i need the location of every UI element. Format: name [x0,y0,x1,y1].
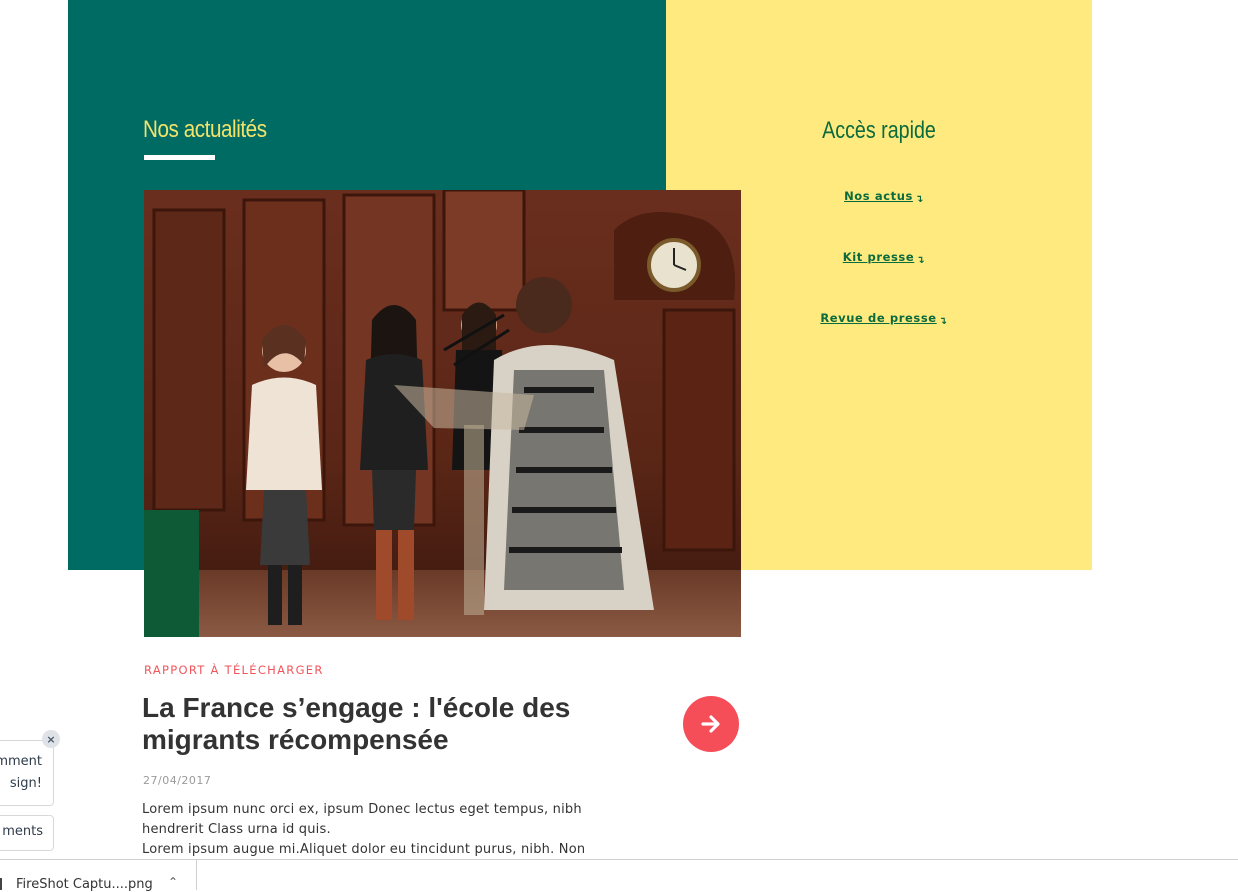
read-more-button[interactable] [683,696,739,752]
arrow-down-right-icon: ↴ [938,316,948,327]
quick-access-title: Accès rapide [822,117,936,144]
news-photo[interactable] [144,190,741,637]
feedback-popup: mment sign! [0,740,54,806]
excerpt-line: Lorem ipsum nunc orci ex, ipsum Donec le… [142,802,582,817]
comments-button-label: ments [2,824,43,839]
news-photo-illustration [144,190,741,637]
download-item[interactable]: FireShot Captu....png ⌃ [0,860,197,892]
arrow-down-right-icon: ↴ [914,194,924,205]
popup-text-line: mment [0,754,42,769]
download-file-icon [0,878,2,890]
quick-link-label: Kit presse [842,250,915,264]
popup-text-line: sign! [9,776,42,791]
quick-link-label: Revue de presse [820,311,937,325]
title-underline [144,155,215,160]
news-excerpt: Lorem ipsum nunc orci ex, ipsum Donec le… [142,800,612,860]
excerpt-line: Lorem ipsum augue mi.Aliquet dolor eu ti… [142,842,586,857]
download-file-name: FireShot Captu....png [16,877,153,892]
quick-link-label: Nos actus [844,189,913,203]
download-bar: FireShot Captu....png ⌃ [0,859,1238,892]
news-headline[interactable]: La France s’engage : l'école des migrant… [142,692,622,756]
comments-button[interactable]: ments [0,815,54,851]
chevron-up-icon[interactable]: ⌃ [168,875,178,889]
excerpt-line: hendrerit Class urna id quis. [142,822,331,837]
news-section-title: Nos actualités [143,116,267,143]
news-date: 27/04/2017 [143,774,212,787]
arrow-right-icon [701,715,720,733]
news-kicker: RAPPORT À TÉLÉCHARGER [144,663,324,677]
arrow-down-right-icon: ↴ [916,255,926,266]
close-icon[interactable]: × [42,730,60,748]
